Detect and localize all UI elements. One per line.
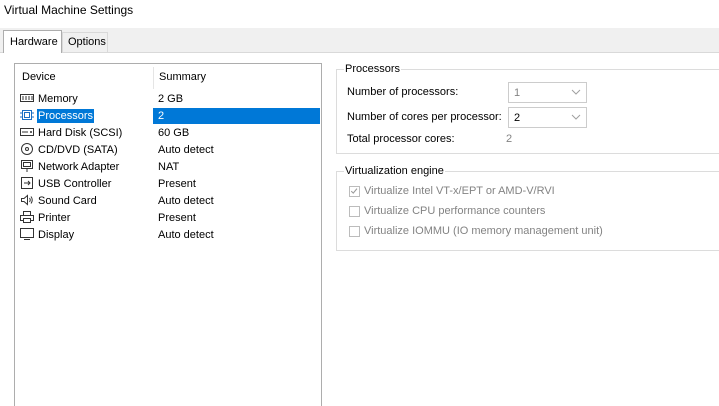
device-name: USB Controller bbox=[38, 178, 112, 190]
device-row-printer[interactable]: Printer Present bbox=[15, 209, 321, 226]
column-header-summary[interactable]: Summary bbox=[159, 71, 206, 83]
virtualize-cpu-counters-checkbox[interactable] bbox=[349, 206, 360, 217]
num-processors-value: 1 bbox=[514, 87, 521, 99]
cores-per-processor-select[interactable]: 2 bbox=[508, 107, 587, 128]
printer-icon bbox=[20, 211, 34, 223]
device-summary: 60 GB bbox=[158, 127, 190, 139]
device-name: Memory bbox=[38, 93, 78, 105]
virtualize-iommu-checkbox[interactable] bbox=[349, 226, 360, 237]
network-adapter-icon bbox=[21, 160, 33, 172]
device-row-network-adapter[interactable]: Network Adapter NAT bbox=[15, 158, 321, 175]
virtualize-vtx-checkbox[interactable] bbox=[349, 186, 360, 197]
num-processors-label: Number of processors: bbox=[347, 86, 459, 98]
tab-hardware[interactable]: Hardware bbox=[3, 30, 62, 53]
selection-highlight bbox=[153, 108, 320, 124]
hard-disk-icon bbox=[20, 128, 34, 136]
virtualization-group-title: Virtualization engine bbox=[344, 165, 445, 177]
device-name: CD/DVD (SATA) bbox=[38, 144, 118, 156]
chevron-down-icon bbox=[571, 89, 581, 95]
device-summary: 2 GB bbox=[158, 93, 184, 105]
processor-icon bbox=[20, 110, 34, 120]
display-icon bbox=[20, 228, 34, 240]
device-summary: 2 bbox=[158, 110, 165, 122]
device-name: Hard Disk (SCSI) bbox=[38, 127, 123, 139]
device-summary: Present bbox=[158, 212, 196, 224]
device-summary: Auto detect bbox=[158, 144, 214, 156]
virtualize-iommu-label: Virtualize IOMMU (IO memory management u… bbox=[364, 225, 603, 237]
device-row-cd-dvd[interactable]: CD/DVD (SATA) Auto detect bbox=[15, 141, 321, 158]
usb-controller-icon bbox=[21, 177, 33, 189]
virtualization-engine-group: Virtualization engine Virtualize Intel V… bbox=[336, 165, 719, 251]
device-summary: Auto detect bbox=[158, 229, 214, 241]
device-row-sound-card[interactable]: Sound Card Auto detect bbox=[15, 192, 321, 209]
checkmark-icon bbox=[350, 188, 358, 194]
cores-per-processor-label: Number of cores per processor: bbox=[347, 111, 502, 123]
cd-dvd-icon bbox=[21, 143, 33, 155]
cores-per-processor-value: 2 bbox=[514, 112, 521, 124]
processors-group-title: Processors bbox=[344, 63, 402, 75]
device-row-usb-controller[interactable]: USB Controller Present bbox=[15, 175, 321, 192]
device-name: Printer bbox=[38, 212, 71, 224]
tab-divider bbox=[0, 52, 719, 53]
device-row-hard-disk[interactable]: Hard Disk (SCSI) 60 GB bbox=[15, 124, 321, 141]
window-title: Virtual Machine Settings bbox=[4, 3, 134, 17]
device-list[interactable]: Device Summary Memory 2 GB Processors 2 … bbox=[14, 63, 322, 406]
device-summary: Present bbox=[158, 178, 196, 190]
device-summary: NAT bbox=[158, 161, 180, 173]
column-separator[interactable] bbox=[153, 67, 154, 89]
total-cores-label: Total processor cores: bbox=[347, 133, 455, 145]
device-name: Network Adapter bbox=[38, 161, 120, 173]
total-cores-value: 2 bbox=[506, 133, 513, 145]
memory-icon bbox=[20, 94, 34, 102]
processors-group: Processors Number of processors: 1 Numbe… bbox=[336, 63, 719, 154]
device-name: Display bbox=[38, 229, 75, 241]
num-processors-select[interactable]: 1 bbox=[508, 82, 587, 103]
device-row-memory[interactable]: Memory 2 GB bbox=[15, 90, 321, 107]
column-header-device[interactable]: Device bbox=[22, 71, 56, 83]
sound-card-icon bbox=[21, 194, 33, 206]
device-row-display[interactable]: Display Auto detect bbox=[15, 226, 321, 243]
device-summary: Auto detect bbox=[158, 195, 214, 207]
device-row-processors[interactable]: Processors 2 bbox=[15, 107, 321, 124]
device-name: Sound Card bbox=[38, 195, 97, 207]
virtualize-vtx-label: Virtualize Intel VT-x/EPT or AMD-V/RVI bbox=[364, 185, 555, 197]
device-name: Processors bbox=[37, 109, 95, 123]
chevron-down-icon bbox=[571, 114, 581, 120]
tab-options[interactable]: Options bbox=[62, 32, 108, 52]
virtualize-cpu-counters-label: Virtualize CPU performance counters bbox=[364, 205, 546, 217]
